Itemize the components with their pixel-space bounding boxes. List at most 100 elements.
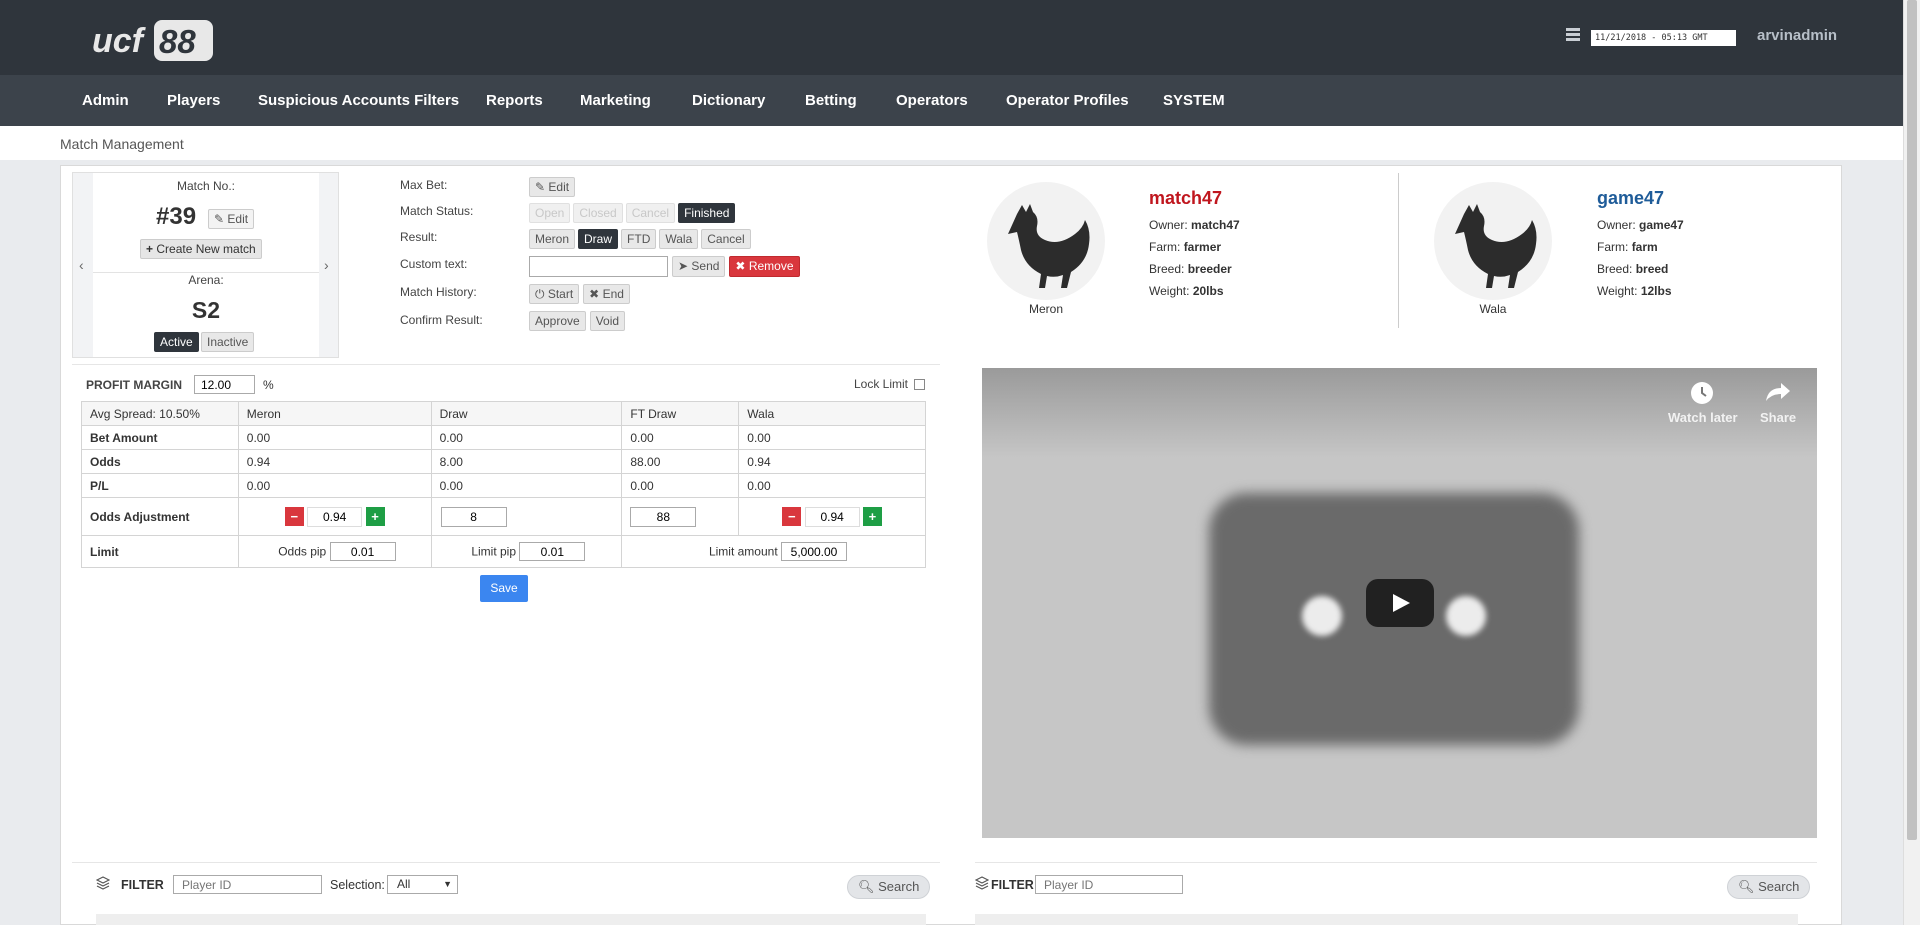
play-button[interactable] — [1366, 579, 1434, 627]
max-bet-edit-button[interactable]: ✎ Edit — [529, 177, 576, 197]
result-ftd-button[interactable]: FTD — [621, 229, 657, 249]
match-history-label: Match History: — [400, 285, 477, 299]
nav-dictionary[interactable]: Dictionary — [692, 92, 765, 109]
nav-system[interactable]: SYSTEM — [1163, 92, 1225, 109]
nav-operator-profiles[interactable]: Operator Profiles — [1006, 92, 1129, 109]
remove-button[interactable]: ✖ Remove — [729, 256, 800, 277]
match-number-label: Match No.: — [176, 179, 236, 193]
table-cell: 0.00 — [738, 473, 926, 498]
nav-suspicious-accounts-filters[interactable]: Suspicious Accounts Filters — [258, 92, 459, 109]
result-wala-button[interactable]: Wala — [659, 229, 699, 249]
status-finished-button[interactable]: Finished — [678, 203, 736, 223]
edit-match-button[interactable]: ✎ Edit — [208, 209, 255, 229]
section-divider — [72, 862, 940, 863]
selection-label: Selection: — [330, 878, 385, 892]
result-draw-button[interactable]: Draw — [578, 229, 619, 249]
status-open-button[interactable]: Open — [529, 203, 571, 223]
wala-farm: farm — [1631, 240, 1658, 254]
custom-text-controls: ➤ Send ✖ Remove — [529, 256, 800, 277]
nav-admin[interactable]: Admin — [82, 92, 129, 109]
nav-marketing[interactable]: Marketing — [580, 92, 651, 109]
end-label: End — [602, 287, 624, 301]
wala-weight: 12lbs — [1640, 284, 1672, 298]
result-cancel-button[interactable]: Cancel — [701, 229, 751, 249]
prev-match-chevron-icon[interactable]: ‹ — [79, 257, 84, 273]
remove-label: Remove — [748, 259, 794, 273]
table-cell: 88.00 — [621, 449, 740, 474]
max-bet-label: Max Bet: — [400, 178, 448, 192]
selection-dropdown[interactable]: All ▼ — [387, 875, 458, 894]
top-header: ucf 88 11/21/2018 - 05:13 GMT arvinadmin — [0, 0, 1903, 75]
next-match-chevron-icon[interactable]: › — [324, 257, 329, 273]
match-number: #39 — [156, 203, 197, 230]
draw-odds-input[interactable] — [440, 506, 507, 527]
result-meron-button[interactable]: Meron — [529, 229, 576, 249]
inactive-toggle-button[interactable]: Inactive — [201, 332, 255, 352]
limit-amount-input[interactable] — [781, 542, 847, 561]
table-cell: 0.94 — [738, 449, 926, 474]
clock-icon[interactable] — [1690, 381, 1714, 405]
send-label: Send — [691, 259, 720, 273]
meron-odds-input[interactable] — [307, 506, 363, 527]
limit-pip-input[interactable] — [519, 542, 586, 561]
search-button[interactable]: 🔍︎ Search — [847, 875, 931, 899]
wala-increase-button[interactable]: + — [862, 507, 882, 526]
video-player[interactable]: Watch later Share — [982, 368, 1817, 838]
wala-odds-input[interactable] — [804, 506, 860, 527]
svg-text:88: 88 — [159, 23, 196, 60]
selection-value: All — [397, 877, 411, 891]
wala-name: game47 — [1597, 188, 1665, 208]
search-button[interactable]: 🔍︎ Search — [1727, 875, 1811, 899]
table-cell: 0.94 — [237, 449, 432, 474]
match-selector: ‹ › Match No.: #39 ✎ Edit + Create New m… — [72, 172, 339, 358]
brand-logo[interactable]: ucf 88 — [92, 18, 214, 63]
match-status-group: Open Closed Cancel Finished — [529, 203, 736, 223]
breed-label: Breed: — [1149, 262, 1185, 276]
save-button[interactable]: Save — [480, 575, 528, 602]
share-icon[interactable] — [1765, 381, 1791, 403]
result-label: Result: — [400, 230, 438, 244]
profit-margin-input[interactable] — [194, 375, 255, 394]
profit-margin-label: PROFIT MARGIN — [86, 378, 182, 392]
results-table-header — [975, 914, 1798, 925]
status-closed-button[interactable]: Closed — [573, 203, 623, 223]
meron-details: Owner: match47 Farm: farmer Breed: breed… — [1149, 214, 1240, 302]
meron-decrease-button[interactable]: − — [284, 507, 304, 526]
max-bet-edit-label: Edit — [548, 180, 570, 194]
watch-later-label[interactable]: Watch later — [1668, 410, 1738, 425]
meron-avatar — [987, 182, 1105, 300]
void-button[interactable]: Void — [589, 311, 626, 331]
history-start-button[interactable]: ⏻ Start — [529, 284, 580, 304]
lock-limit-checkbox[interactable] — [914, 379, 925, 390]
nav-players[interactable]: Players — [167, 92, 220, 109]
odds-table: Avg Spread: 10.50% Meron Draw FT Draw Wa… — [81, 401, 926, 568]
odds-pip-input[interactable] — [329, 542, 396, 561]
meron-increase-button[interactable]: + — [365, 507, 385, 526]
wala-decrease-button[interactable]: − — [782, 507, 802, 526]
wala-header: Wala — [738, 401, 926, 426]
page-scrollbar[interactable] — [1903, 0, 1920, 925]
approve-button[interactable]: Approve — [529, 311, 586, 331]
player-id-input[interactable] — [173, 875, 322, 894]
nav-operators[interactable]: Operators — [896, 92, 968, 109]
share-label[interactable]: Share — [1760, 410, 1796, 425]
wala-avatar — [1434, 182, 1552, 300]
status-cancel-button[interactable]: Cancel — [625, 203, 676, 223]
custom-text-input[interactable] — [529, 256, 668, 277]
user-menu[interactable]: arvinadmin — [1757, 27, 1837, 44]
send-button[interactable]: ➤ Send — [672, 256, 726, 277]
match-history-controls: ⏻ Start ✖ End — [529, 284, 630, 304]
create-new-match-button[interactable]: + Create New match — [140, 239, 262, 259]
table-row: Bet Amount 0.00 0.00 0.00 0.00 — [81, 425, 926, 450]
history-end-button[interactable]: ✖ End — [583, 284, 630, 304]
player-id-input[interactable] — [1035, 875, 1183, 894]
match-status-label: Match Status: — [400, 204, 474, 218]
odds-pip-label: Odds pip — [278, 544, 327, 559]
nav-reports[interactable]: Reports — [486, 92, 543, 109]
ft-draw-odds-input[interactable] — [630, 506, 697, 527]
active-toggle-button[interactable]: Active — [154, 332, 199, 352]
nav-betting[interactable]: Betting — [805, 92, 857, 109]
scrollbar-thumb[interactable] — [1907, 0, 1917, 840]
farm-label: Farm: — [1597, 240, 1629, 254]
table-cell: 0.00 — [621, 425, 740, 450]
